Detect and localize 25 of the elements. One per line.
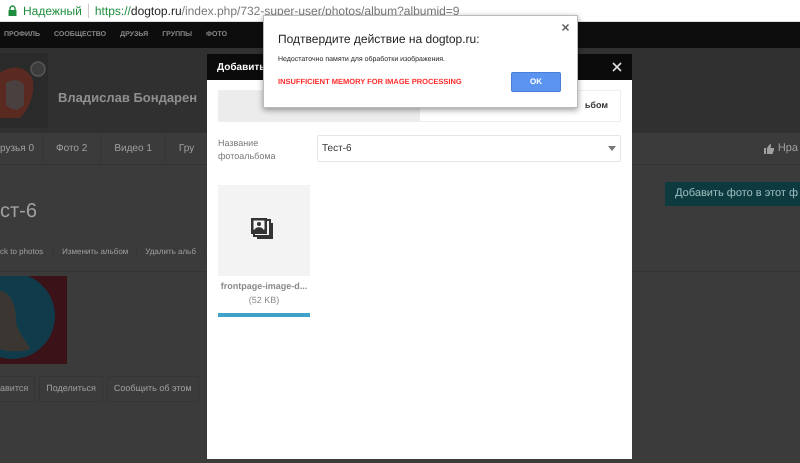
- profile-name: Владислав Бондарен: [58, 88, 198, 107]
- file-name: frontpage-image-d...: [220, 280, 308, 293]
- profile-tab[interactable]: рузья 0: [0, 133, 43, 164]
- action-button[interactable]: авится: [0, 376, 36, 402]
- close-icon[interactable]: [562, 24, 569, 31]
- ok-button[interactable]: OK: [511, 72, 561, 92]
- thumbs-up-icon: [764, 144, 774, 154]
- album-link[interactable]: Удалить альб: [137, 246, 205, 258]
- profile-tab[interactable]: Фото 2: [43, 133, 102, 164]
- dialog-title: Добавить: [217, 60, 266, 74]
- confirm-title: Подтвердите действие на dogtop.ru:: [278, 31, 481, 48]
- album-link[interactable]: ck to photos: [0, 246, 54, 258]
- like-label[interactable]: Нра: [778, 140, 798, 157]
- album-name-label: Название фотоальбома: [218, 137, 277, 163]
- album-title: ст-6: [0, 199, 37, 224]
- action-button[interactable]: Поделиться: [39, 376, 103, 402]
- caret-icon: [608, 146, 616, 151]
- security-label: Надежный: [23, 2, 82, 20]
- album-link[interactable]: Изменить альбом: [54, 246, 138, 258]
- album-select[interactable]: Тест-6: [317, 135, 621, 162]
- add-photo-button[interactable]: Добавить фото в этот ф: [665, 182, 800, 206]
- file-size: (52 KB): [248, 294, 280, 307]
- profile-tab[interactable]: Видео 1: [101, 133, 166, 164]
- action-button[interactable]: Сообщить об этом: [106, 376, 199, 402]
- lock-icon: [8, 5, 17, 16]
